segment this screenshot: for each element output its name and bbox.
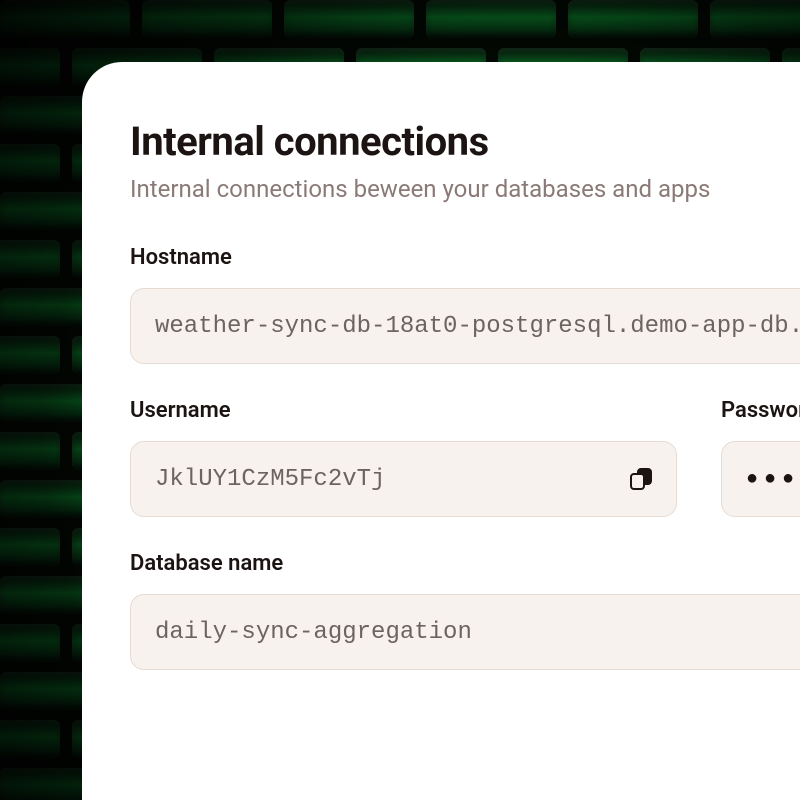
- username-field[interactable]: JklUY1CzM5Fc2vTj: [130, 441, 677, 517]
- hostname-label: Hostname: [130, 245, 800, 270]
- username-label: Username: [130, 398, 677, 423]
- password-value: ●●●●●●●●●●●●: [746, 468, 800, 491]
- hostname-field[interactable]: weather-sync-db-18at0-postgresql.demo-ap…: [130, 288, 800, 364]
- password-field[interactable]: ●●●●●●●●●●●●: [721, 441, 800, 517]
- dbname-label: Database name: [130, 551, 800, 576]
- username-value: JklUY1CzM5Fc2vTj: [155, 466, 614, 493]
- page-subtitle: Internal connections beween your databas…: [130, 175, 800, 203]
- hostname-value: weather-sync-db-18at0-postgresql.demo-ap…: [155, 313, 800, 340]
- dbname-value: daily-sync-aggregation: [155, 619, 800, 646]
- password-label: Password: [721, 398, 800, 423]
- copy-icon[interactable]: [630, 468, 652, 490]
- connections-card: Internal connections Internal connection…: [82, 62, 800, 800]
- dbname-field[interactable]: daily-sync-aggregation: [130, 594, 800, 670]
- page-title: Internal connections: [130, 118, 800, 165]
